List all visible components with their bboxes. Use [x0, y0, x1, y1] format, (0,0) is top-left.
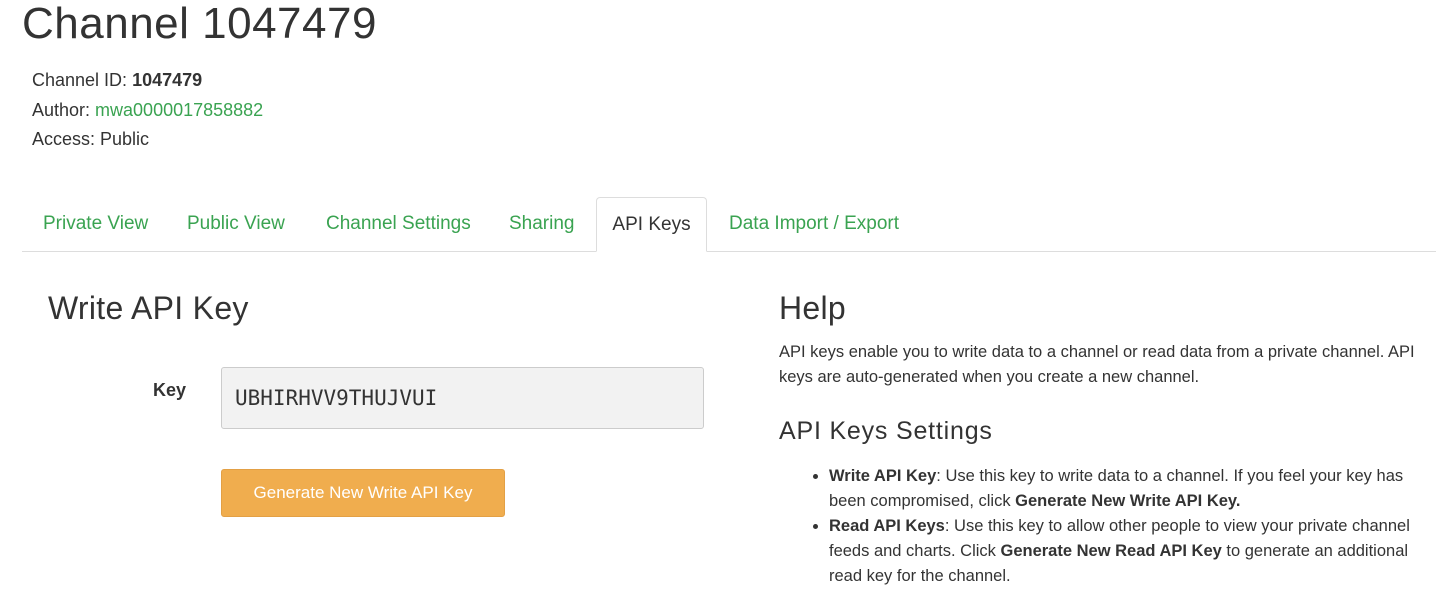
help-title: Help: [779, 290, 847, 326]
key-label: Key: [153, 380, 187, 400]
channel-id-label: Channel ID:: [32, 70, 133, 90]
help-item-term: Read API Keys: [829, 517, 945, 535]
author-label: Author:: [32, 99, 96, 120]
page-title: Channel 1047479: [22, 0, 377, 48]
write-api-key-field[interactable]: UBHIRHVV9THUJVUI: [221, 367, 704, 429]
channel-tabs: Private View Public View Channel Setting…: [22, 197, 1436, 252]
help-item-emphasis: Generate New Write API Key.: [1015, 492, 1241, 510]
help-intro: API keys enable you to write data to a c…: [779, 343, 1415, 386]
channel-id-row: Channel ID: 1047479: [32, 66, 263, 96]
help-item-emphasis: Generate New Read API Key: [1000, 542, 1222, 560]
channel-meta: Channel ID: 1047479 Author: mwa000001785…: [32, 66, 263, 155]
tab-api-keys[interactable]: API Keys: [596, 197, 707, 252]
help-item-write-key: Write API Key: Use this key to write dat…: [829, 464, 1419, 514]
access-value: Public: [100, 129, 150, 149]
help-list: Write API Key: Use this key to write dat…: [779, 464, 1419, 589]
tab-data-import-export[interactable]: Data Import / Export: [729, 197, 899, 251]
tab-channel-settings[interactable]: Channel Settings: [326, 197, 471, 251]
channel-id-value: 1047479: [132, 70, 203, 90]
access-row: Access: Public: [32, 125, 263, 155]
write-api-key-title: Write API Key: [48, 290, 249, 326]
api-keys-settings-title: API Keys Settings: [779, 417, 993, 445]
author-link[interactable]: mwa0000017858882: [95, 100, 263, 120]
tab-sharing[interactable]: Sharing: [509, 197, 575, 251]
tab-public-view[interactable]: Public View: [187, 197, 285, 251]
access-label: Access:: [32, 129, 101, 149]
author-row: Author: mwa0000017858882: [32, 96, 263, 126]
help-item-read-keys: Read API Keys: Use this key to allow oth…: [829, 514, 1419, 589]
help-item-term: Write API Key: [829, 467, 937, 485]
tab-private-view[interactable]: Private View: [43, 197, 148, 251]
generate-write-api-key-button[interactable]: Generate New Write API Key: [221, 469, 505, 517]
